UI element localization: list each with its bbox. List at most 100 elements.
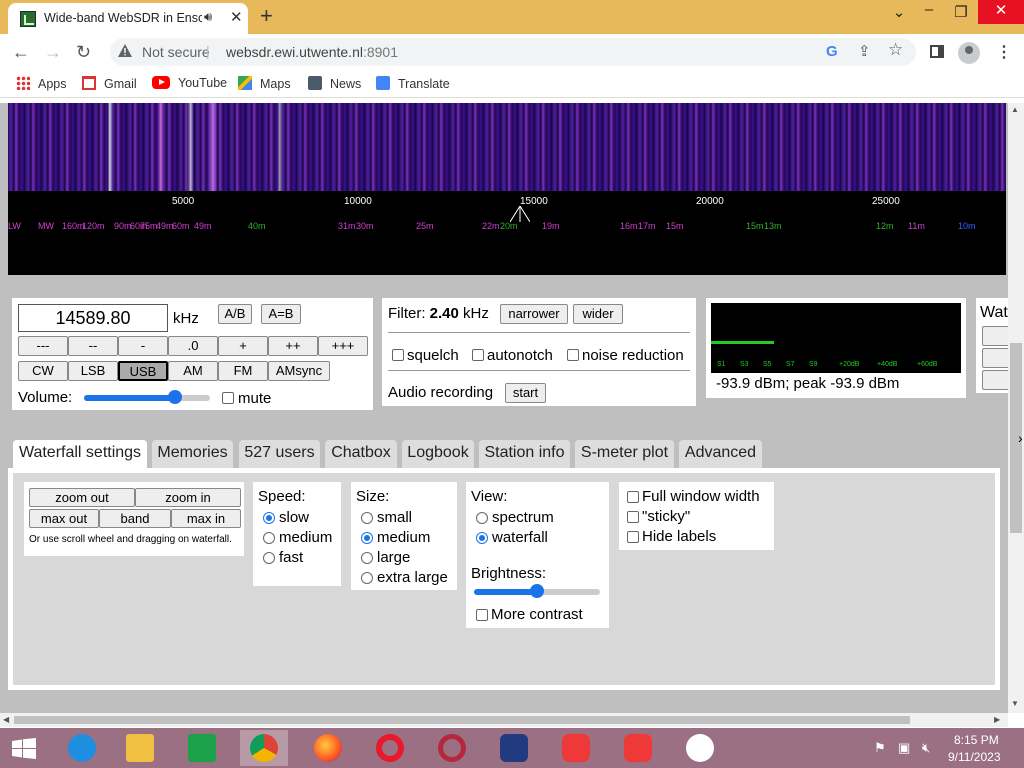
partial-button[interactable] bbox=[982, 326, 1008, 346]
volume-muted-icon[interactable]: 🔇︎ bbox=[922, 740, 930, 756]
mode-lsb-button[interactable]: LSB bbox=[68, 361, 118, 381]
a-equals-b-button[interactable]: A=B bbox=[261, 304, 301, 324]
band-label[interactable]: 17m bbox=[638, 221, 656, 231]
band-label[interactable]: MW bbox=[38, 221, 54, 231]
ab-button[interactable]: A/B bbox=[218, 304, 252, 324]
full-window-width-checkbox[interactable] bbox=[627, 491, 639, 503]
taskbar-opera-gx[interactable] bbox=[428, 730, 476, 766]
flag-icon[interactable]: ⚑ bbox=[874, 740, 886, 756]
brightness-slider-knob[interactable] bbox=[530, 584, 544, 598]
autonotch-checkbox[interactable] bbox=[472, 349, 484, 361]
step-up-1-button[interactable]: + bbox=[218, 336, 268, 356]
tab-close-icon[interactable]: ✕ bbox=[230, 8, 243, 26]
taskbar-yandex[interactable] bbox=[676, 730, 724, 766]
address-bar[interactable]: Not secure | websdr.ewi.utwente.nl:8901 … bbox=[110, 38, 916, 66]
window-close-icon[interactable]: ✕ bbox=[978, 0, 1024, 24]
squelch-checkbox[interactable] bbox=[392, 349, 404, 361]
tab-chatbox[interactable]: Chatbox bbox=[325, 440, 397, 468]
tab-memories[interactable]: Memories bbox=[152, 440, 233, 468]
minimize-icon[interactable]: – bbox=[914, 2, 944, 18]
share-icon[interactable]: ⇪ bbox=[858, 42, 871, 60]
vertical-scrollbar[interactable]: ▲ ▼ bbox=[1008, 103, 1024, 713]
band-label[interactable]: 20m bbox=[500, 221, 518, 231]
band-label[interactable]: 19m bbox=[542, 221, 560, 231]
speed-fast-radio[interactable] bbox=[263, 552, 275, 564]
band-label[interactable]: 49m bbox=[156, 221, 174, 231]
size-large-radio[interactable] bbox=[361, 552, 373, 564]
narrower-button[interactable]: narrower bbox=[500, 304, 568, 324]
taskbar-opera[interactable] bbox=[366, 730, 414, 766]
step-down-1-button[interactable]: - bbox=[118, 336, 168, 356]
more-contrast-checkbox[interactable] bbox=[476, 609, 488, 621]
volume-slider-knob[interactable] bbox=[167, 390, 182, 404]
taskbar-vivaldi[interactable] bbox=[552, 730, 600, 766]
google-lens-icon[interactable]: G bbox=[826, 43, 838, 60]
tab-users[interactable]: 527 users bbox=[239, 440, 320, 468]
mode-am-button[interactable]: AM bbox=[168, 361, 218, 381]
size-small-radio[interactable] bbox=[361, 512, 373, 524]
taskbar-night-app[interactable] bbox=[490, 730, 538, 766]
taskbar-store[interactable] bbox=[178, 730, 226, 766]
view-waterfall-radio[interactable] bbox=[476, 532, 488, 544]
horizontal-scrollbar[interactable]: ◀ ▶ bbox=[0, 713, 1008, 727]
scroll-right-icon[interactable]: ▶ bbox=[994, 715, 1000, 724]
bookmark-apps[interactable]: Apps bbox=[16, 76, 67, 91]
mode-amsync-button[interactable]: AMsync bbox=[268, 361, 330, 381]
max-out-button[interactable]: max out bbox=[29, 509, 99, 528]
step-down-2-button[interactable]: -- bbox=[68, 336, 118, 356]
band-label[interactable]: 49m bbox=[194, 221, 212, 231]
tuning-marker-icon[interactable] bbox=[510, 206, 530, 222]
band-label[interactable]: 13m bbox=[764, 221, 782, 231]
tab-s-meter-plot[interactable]: S-meter plot bbox=[575, 440, 674, 468]
bookmark-news[interactable]: News bbox=[308, 76, 361, 91]
band-label[interactable]: 25m bbox=[416, 221, 434, 231]
frequency-input[interactable]: 14589.80 bbox=[18, 304, 168, 332]
taskbar-firefox[interactable] bbox=[304, 730, 352, 766]
tab-waterfall-settings[interactable]: Waterfall settings bbox=[13, 440, 147, 470]
taskbar-chrome[interactable] bbox=[240, 730, 288, 766]
restore-icon[interactable]: ❐ bbox=[946, 5, 976, 21]
volume-slider[interactable] bbox=[84, 390, 210, 404]
network-icon[interactable]: ▣ bbox=[898, 740, 910, 756]
profile-avatar-icon[interactable] bbox=[958, 42, 980, 64]
recording-start-button[interactable]: start bbox=[505, 383, 546, 403]
browser-menu-icon[interactable]: ⋮ bbox=[996, 42, 1012, 62]
browser-tab[interactable]: Wide-band WebSDR in Enscl 🔊︎ ✕ bbox=[8, 3, 248, 34]
band-label[interactable]: 60m bbox=[172, 221, 190, 231]
size-medium-radio[interactable] bbox=[361, 532, 373, 544]
band-label[interactable]: 12m bbox=[876, 221, 894, 231]
partial-button[interactable] bbox=[982, 348, 1008, 368]
band-label[interactable]: 120m bbox=[82, 221, 105, 231]
band-label[interactable]: 15m bbox=[746, 221, 764, 231]
mode-usb-button[interactable]: USB bbox=[118, 361, 168, 381]
band-label[interactable]: LW bbox=[8, 221, 21, 231]
scroll-up-icon[interactable]: ▲ bbox=[1011, 105, 1019, 114]
noise-reduction-checkbox[interactable] bbox=[567, 349, 579, 361]
back-arrow-icon[interactable]: ← bbox=[12, 42, 30, 62]
forward-arrow-icon[interactable]: → bbox=[44, 42, 62, 62]
size-extra-large-radio[interactable] bbox=[361, 572, 373, 584]
warning-triangle-icon[interactable] bbox=[118, 44, 132, 57]
speaker-icon[interactable]: 🔊︎ bbox=[204, 9, 212, 25]
tab-station-info[interactable]: Station info bbox=[479, 440, 570, 468]
waterfall-display[interactable] bbox=[8, 103, 1006, 191]
taskbar-file-explorer[interactable] bbox=[116, 730, 164, 766]
band-label[interactable]: 10m bbox=[958, 221, 976, 231]
frequency-scale[interactable]: 5000 10000 15000 20000 25000 LW MW 160m … bbox=[8, 191, 1006, 275]
scroll-left-icon[interactable]: ◀ bbox=[3, 715, 9, 724]
bookmark-maps[interactable]: Maps bbox=[238, 76, 291, 91]
hide-labels-checkbox[interactable] bbox=[627, 531, 639, 543]
wider-button[interactable]: wider bbox=[573, 304, 623, 324]
mode-cw-button[interactable]: CW bbox=[18, 361, 68, 381]
bookmark-gmail[interactable]: Gmail bbox=[82, 76, 137, 91]
step-down-3-button[interactable]: --- bbox=[18, 336, 68, 356]
band-label[interactable]: 90m bbox=[114, 221, 132, 231]
clock-time[interactable]: 8:15 PM bbox=[954, 733, 999, 747]
side-panel-icon[interactable] bbox=[930, 45, 944, 58]
step-up-3-button[interactable]: +++ bbox=[318, 336, 368, 356]
band-label[interactable]: 22m bbox=[482, 221, 500, 231]
new-tab-button[interactable]: + bbox=[260, 4, 273, 28]
windows-start-icon[interactable] bbox=[12, 738, 36, 760]
zoom-in-button[interactable]: zoom in bbox=[135, 488, 241, 507]
scroll-down-icon[interactable]: ▼ bbox=[1011, 699, 1019, 708]
